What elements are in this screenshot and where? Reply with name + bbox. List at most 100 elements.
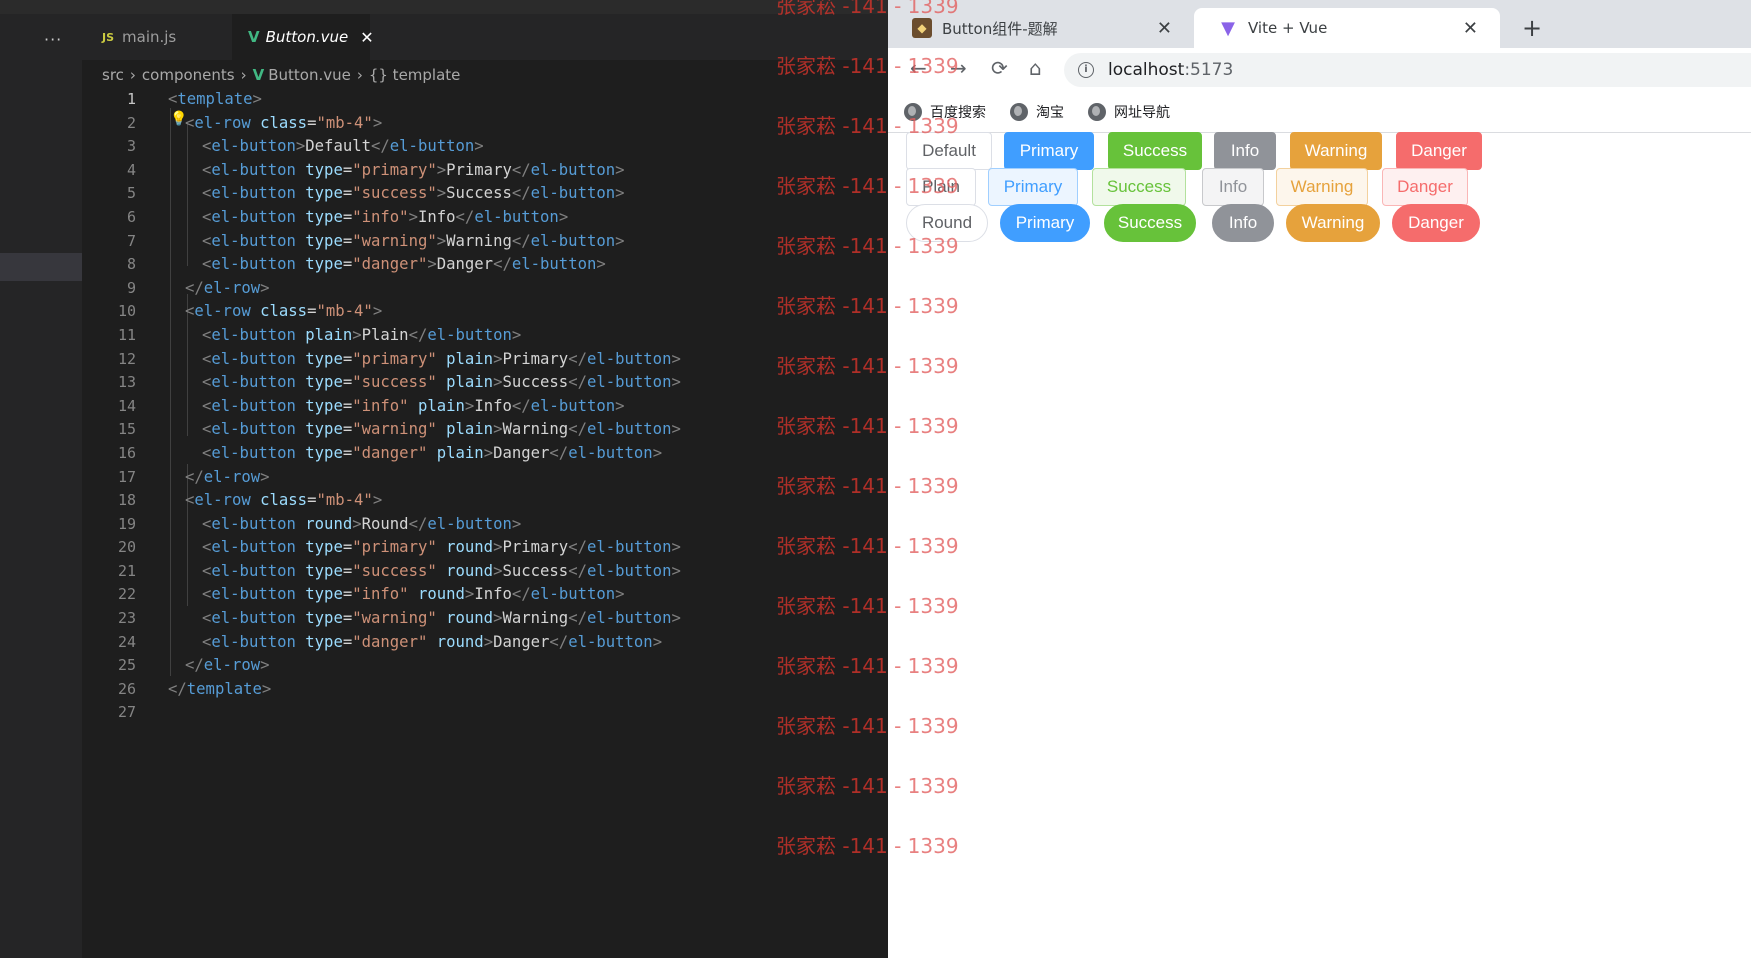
reload-icon[interactable]: ⟳ [991,56,1008,80]
code-token: class [260,113,308,132]
tab-main-js[interactable]: JS main.js [82,14,232,60]
bookmark-taobao[interactable]: 淘宝 [1010,102,1064,122]
plain-info-button[interactable]: Info [1202,168,1264,206]
code-token: el-button [211,632,296,651]
code-token: > [427,255,437,274]
code-token: < [202,538,212,557]
browser-tab-button-solution[interactable]: ◆ Button组件-题解 ✕ [888,8,1194,48]
breadcrumb-symbol[interactable]: {} template [369,66,461,84]
site-info-icon[interactable]: i [1078,62,1094,78]
round-danger-button[interactable]: Danger [1392,204,1480,242]
close-tab-icon[interactable]: ✕ [1463,18,1478,39]
round-warning-button[interactable]: Warning [1286,204,1380,242]
code-token: el-button [211,561,296,580]
more-actions-icon[interactable]: ··· [44,30,62,49]
code-token: > [372,113,383,132]
plain-primary-button[interactable]: Primary [988,168,1078,206]
code-token: > [483,632,494,651]
code-token: el-button [211,207,296,226]
lightbulb-icon[interactable]: 💡 [170,111,187,127]
code-token: < [202,325,212,344]
code-token: Warning [502,420,569,439]
code-token: Warning [446,231,512,250]
code-token: "info" [352,396,409,415]
breadcrumb-components[interactable]: components [142,66,235,84]
browser-toolbar: ← → ⟳ ⌂ i localhost:5173 [888,48,1751,92]
js-file-icon: JS [102,30,115,44]
code-token: el-button [586,420,672,439]
code-token: "info" [352,207,409,226]
plain-warning-button[interactable]: Warning [1276,168,1368,206]
code-token: </ [185,278,204,297]
code-token: el-button [211,609,296,628]
home-icon[interactable]: ⌂ [1029,56,1042,80]
new-tab-button[interactable]: + [1522,14,1542,42]
code-token: plain [417,396,465,415]
code-token: < [202,585,212,604]
round-info-button[interactable]: Info [1212,204,1274,242]
breadcrumb-file[interactable]: Button.vue [268,66,351,84]
breadcrumb-src[interactable]: src [102,66,124,84]
code-token: Danger [493,443,550,462]
url-port: :5173 [1184,60,1234,80]
line-number: 15 [117,420,136,439]
address-bar[interactable]: i localhost:5173 [1064,53,1751,87]
code-token: type [305,207,343,226]
browser-tab-vite-vue[interactable]: ▼ Vite + Vue ✕ [1194,8,1500,48]
code-token: el-button [586,538,672,557]
code-token: Info [474,585,512,604]
code-token: > [352,325,362,344]
code-token: > [671,373,681,392]
code-token: </ [568,420,587,439]
code-line: <el-button type="info" round>Info</el-bu… [168,583,788,607]
solid-primary-button[interactable]: Primary [1004,132,1094,170]
code-token: "warning" [352,609,437,628]
round-primary-button[interactable]: Primary [1000,204,1090,242]
code-line: <el-button>Default</el-button> [168,135,788,159]
code-token: > [252,90,262,108]
code-token: </ [185,467,204,486]
plain-danger-button[interactable]: Danger [1382,168,1468,206]
code-token: = [342,231,353,250]
explorer-selected-item[interactable] [0,253,82,281]
code-line: <el-row class="mb-4"> [168,112,788,136]
plain-success-button[interactable]: Success [1092,168,1186,206]
back-arrow-icon[interactable]: ← [910,56,927,80]
solid-info-button[interactable]: Info [1214,132,1276,170]
tab-button-vue[interactable]: V Button.vue ✕ [232,14,374,60]
plain-default-button[interactable]: Plain [906,168,976,206]
code-token: < [202,561,212,580]
code-token: template [177,90,253,108]
code-token: el-button [427,325,512,344]
editor-tab-bar: JS main.js V Button.vue ✕ [82,14,888,60]
code-token: type [305,396,343,415]
bookmark-nav[interactable]: 网址导航 [1088,102,1170,122]
solid-warning-button[interactable]: Warning [1290,132,1382,170]
code-token: > [671,609,681,628]
solid-default-button[interactable]: Default [906,132,992,170]
code-token: type [305,231,343,250]
bookmark-baidu[interactable]: 百度搜索 [904,102,986,122]
code-token: = [342,207,353,226]
code-token: </ [185,656,204,675]
code-token: > [511,325,522,344]
code-area[interactable]: <template> <el-row class="mb-4"> <el-butto… [168,88,788,725]
round-success-button[interactable]: Success [1104,204,1196,242]
code-token: Info [417,207,456,226]
code-token: el-row [194,491,251,510]
forward-arrow-icon[interactable]: → [950,56,967,80]
code-token: el-button [211,420,296,439]
solid-success-button[interactable]: Success [1108,132,1202,170]
code-token: = [342,396,353,415]
close-tab-icon[interactable]: ✕ [1157,18,1172,39]
code-line: <el-button type="warning" plain>Warning<… [168,418,788,442]
close-tab-icon[interactable]: ✕ [360,28,373,47]
round-default-button[interactable]: Round [906,204,988,242]
solid-danger-button[interactable]: Danger [1396,132,1482,170]
globe-icon [1010,103,1028,121]
code-line: </el-row> [168,277,788,301]
